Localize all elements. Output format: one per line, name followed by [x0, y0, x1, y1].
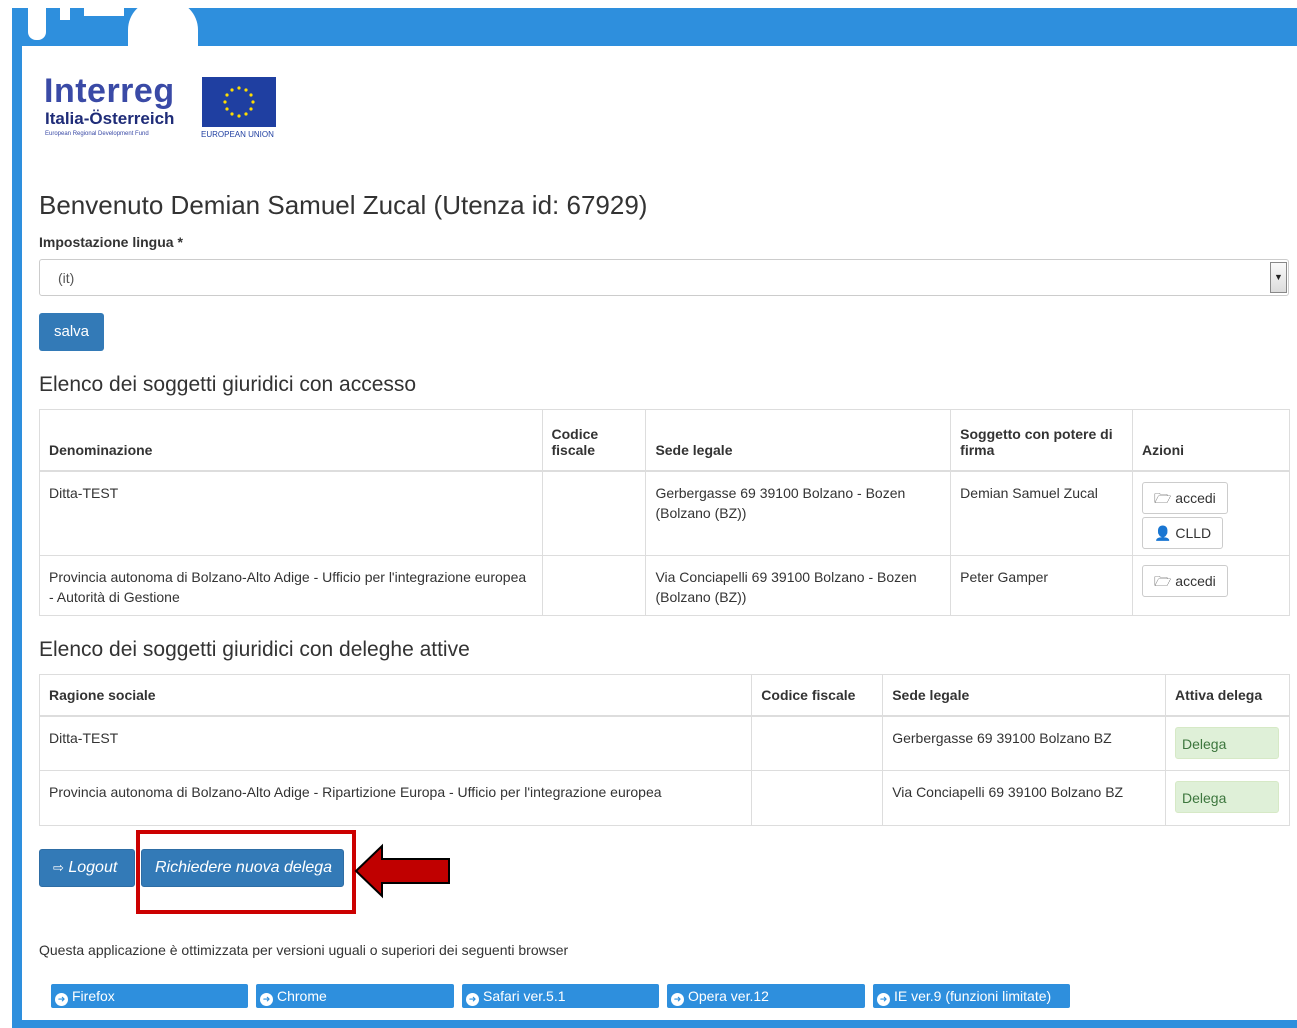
- save-button[interactable]: salva: [39, 313, 104, 351]
- accedi-button[interactable]: 🗁 accedi: [1142, 565, 1228, 597]
- chevron-down-icon[interactable]: ▼: [1270, 262, 1287, 293]
- logo-fund-text: European Regional Development Fund: [45, 131, 149, 137]
- browser-label: Chrome: [277, 988, 327, 1004]
- cell-action: Delega: [1164, 715, 1291, 771]
- cell-name: Provincia autonoma di Bolzano-Alto Adige…: [39, 555, 543, 616]
- column-header: Codice fiscale: [541, 409, 647, 472]
- arrow-right-circle-icon: ➜: [260, 993, 273, 1006]
- cell-fiscal-code: [541, 470, 647, 556]
- access-table: Denominazione Codice fiscale Sede legale…: [39, 409, 1290, 616]
- browser-chrome-link[interactable]: ➜ Chrome: [256, 984, 454, 1008]
- table-row: Provincia autonoma di Bolzano-Alto Adige…: [38, 770, 1291, 826]
- logo-word: Interreg: [44, 72, 175, 110]
- logout-button[interactable]: ⇨ Logout: [39, 849, 135, 887]
- delega-button[interactable]: Delega: [1174, 726, 1279, 759]
- header-decoration: [28, 0, 46, 40]
- cell-name: Ditta-TEST: [39, 470, 543, 556]
- page-title: Benvenuto Demian Samuel Zucal (Utenza id…: [39, 190, 648, 220]
- cell-action: Delega: [1164, 770, 1291, 826]
- footer-band: [12, 1020, 1297, 1028]
- arrow-right-circle-icon: ➜: [466, 993, 479, 1006]
- cell-signatory: Demian Samuel Zucal: [950, 470, 1134, 556]
- folder-open-icon: 🗁: [1154, 489, 1172, 506]
- cell-address: Via Conciapelli 69 39100 Bolzano - Bozen…: [645, 555, 952, 616]
- header-decoration: [60, 0, 70, 20]
- left-frame-band: [12, 8, 22, 1028]
- cell-name: Provincia autonoma di Bolzano-Alto Adige…: [38, 770, 753, 826]
- arrow-right-circle-icon: ➜: [877, 993, 890, 1006]
- browser-note: Questa applicazione è ottimizzata per ve…: [39, 942, 569, 958]
- delegation-table: Ragione sociale Codice fiscale Sede lega…: [38, 674, 1291, 826]
- delega-button[interactable]: Delega: [1174, 781, 1279, 813]
- cell-fiscal-code: [751, 715, 884, 771]
- column-header: Soggetto con potere di firma: [950, 409, 1134, 472]
- table-row: Ditta-TEST Gerbergasse 69 39100 Bolzano …: [39, 470, 1290, 556]
- clld-button[interactable]: 👤 CLLD: [1142, 516, 1224, 549]
- header-band: [12, 8, 1297, 46]
- cell-actions: 🗁 accedi: [1132, 555, 1290, 616]
- access-section-title: Elenco dei soggetti giuridici con access…: [39, 373, 417, 396]
- highlight-frame: [136, 830, 356, 914]
- language-select[interactable]: (it) ▼: [39, 259, 1289, 296]
- table-row: Ditta-TEST Gerbergasse 69 39100 Bolzano …: [38, 715, 1291, 771]
- clld-label: CLLD: [1175, 524, 1212, 541]
- logout-icon: ⇨: [53, 860, 64, 875]
- accedi-label: accedi: [1175, 489, 1216, 506]
- language-value: (it): [58, 270, 75, 286]
- table-header-row: Ragione sociale Codice fiscale Sede lega…: [38, 674, 1291, 717]
- browser-safari-link[interactable]: ➜ Safari ver.5.1: [462, 984, 659, 1008]
- cell-address: Gerbergasse 69 39100 Bolzano - Bozen (Bo…: [645, 470, 952, 556]
- pointer-arrow-icon: [354, 843, 450, 899]
- delegation-section-title: Elenco dei soggetti giuridici con delegh…: [39, 638, 470, 661]
- table-row: Provincia autonoma di Bolzano-Alto Adige…: [39, 555, 1290, 616]
- browser-label: Opera ver.12: [688, 988, 769, 1004]
- browser-firefox-link[interactable]: ➜ Firefox: [51, 984, 248, 1008]
- header-decoration: [84, 0, 124, 16]
- cell-address: Via Conciapelli 69 39100 Bolzano BZ: [882, 770, 1166, 826]
- column-header: Denominazione: [39, 409, 543, 472]
- table-header-row: Denominazione Codice fiscale Sede legale…: [39, 409, 1290, 472]
- cell-actions: 🗁 accedi 👤 CLLD: [1132, 470, 1290, 556]
- arrow-right-circle-icon: ➜: [55, 993, 68, 1006]
- column-header: Ragione sociale: [38, 674, 753, 717]
- user-icon: 👤: [1154, 524, 1172, 541]
- accedi-button[interactable]: 🗁 accedi: [1142, 481, 1228, 514]
- column-header: Codice fiscale: [751, 674, 884, 717]
- logo-subtitle: Italia-Österreich: [45, 109, 175, 128]
- folder-open-icon: 🗁: [1154, 573, 1172, 589]
- cell-fiscal-code: [541, 555, 647, 616]
- interreg-logo: Interreg Italia-Österreich European Regi…: [44, 73, 284, 143]
- cell-name: Ditta-TEST: [38, 715, 753, 771]
- browser-label: Firefox: [72, 988, 115, 1004]
- column-header: Sede legale: [645, 409, 952, 472]
- accedi-label: accedi: [1175, 573, 1216, 589]
- cell-fiscal-code: [751, 770, 884, 826]
- cell-signatory: Peter Gamper: [950, 555, 1134, 616]
- browser-opera-link[interactable]: ➜ Opera ver.12: [667, 984, 865, 1008]
- browser-label: IE ver.9 (funzioni limitate): [894, 988, 1052, 1004]
- browser-ie-link[interactable]: ➜ IE ver.9 (funzioni limitate): [873, 984, 1070, 1008]
- cell-address: Gerbergasse 69 39100 Bolzano BZ: [882, 715, 1166, 771]
- column-header: Attiva delega: [1164, 674, 1291, 717]
- eu-flag-icon: [202, 77, 276, 127]
- logout-label: Logout: [68, 859, 118, 876]
- column-header: Azioni: [1132, 409, 1290, 472]
- language-label: Impostazione lingua *: [39, 234, 183, 250]
- column-header: Sede legale: [882, 674, 1166, 717]
- arrow-right-circle-icon: ➜: [671, 993, 684, 1006]
- eu-label: EUROPEAN UNION: [201, 130, 274, 139]
- browser-label: Safari ver.5.1: [483, 988, 566, 1004]
- header-decoration: [128, 0, 198, 46]
